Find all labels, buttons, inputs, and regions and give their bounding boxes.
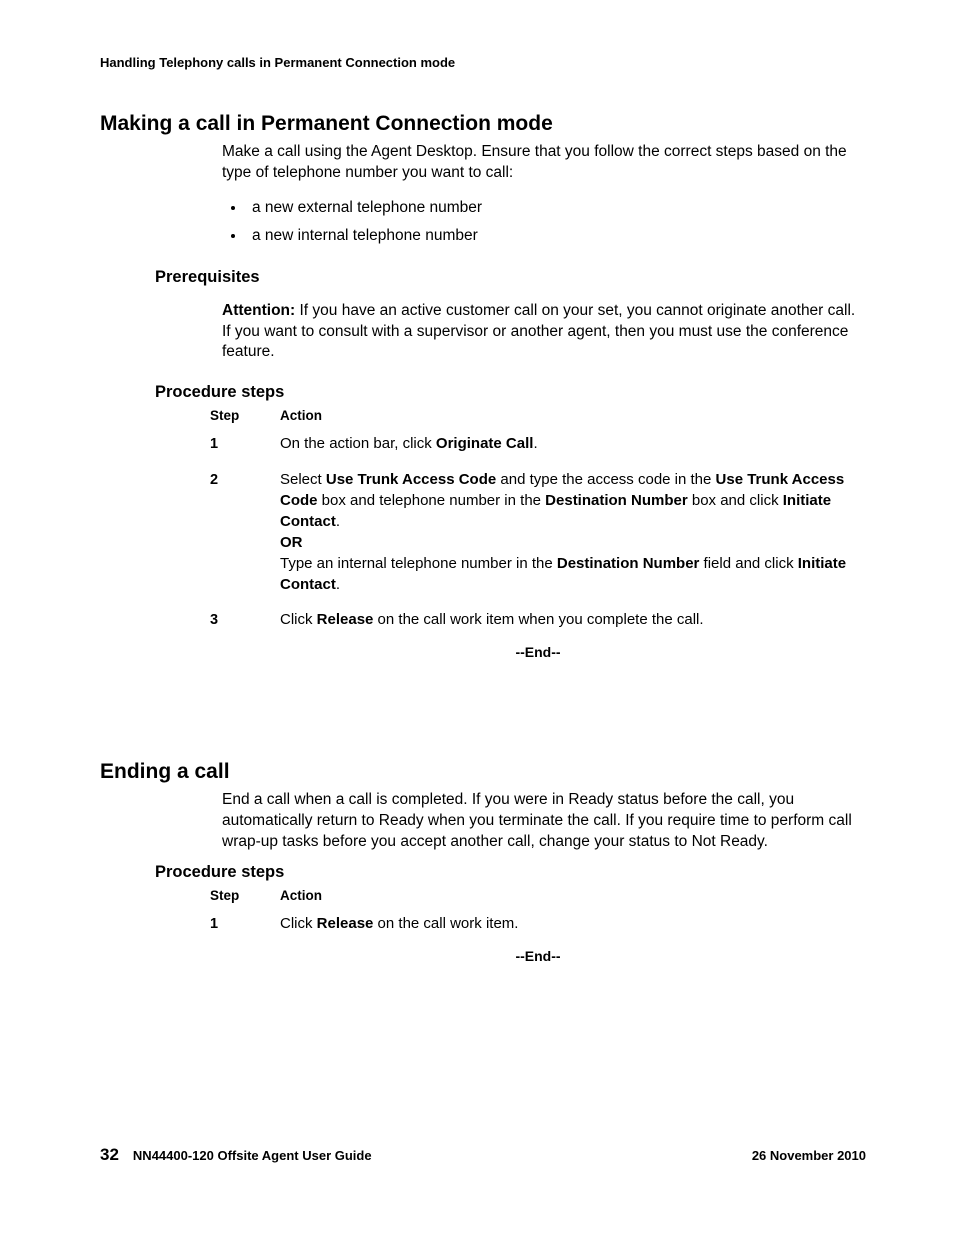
footer-date: 26 November 2010 <box>752 1148 866 1163</box>
steps-table-1: Step Action 1 On the action bar, click O… <box>210 408 866 660</box>
step-number: 1 <box>210 913 280 934</box>
steps-table-2: Step Action 1 Click Release on the call … <box>210 888 866 964</box>
table-row: 1 On the action bar, click Originate Cal… <box>210 433 866 454</box>
step-number: 1 <box>210 433 280 454</box>
table-row: 3 Click Release on the call work item wh… <box>210 609 866 630</box>
bullet-2: a new internal telephone number <box>246 222 866 250</box>
page-number: 32 <box>100 1145 119 1165</box>
table-row: 2 Select Use Trunk Access Code and type … <box>210 469 866 595</box>
table-row: 1 Click Release on the call work item. <box>210 913 866 934</box>
running-header: Handling Telephony calls in Permanent Co… <box>100 55 866 70</box>
section1-intro-block: Make a call using the Agent Desktop. Ens… <box>222 142 866 250</box>
steps-header-2: Step Action <box>210 888 866 903</box>
col-step: Step <box>210 888 280 903</box>
section1-bullets: a new external telephone number a new in… <box>222 194 866 250</box>
step-action: Click Release on the call work item when… <box>280 609 866 630</box>
col-step: Step <box>210 408 280 423</box>
section2-intro-block: End a call when a call is completed. If … <box>222 790 866 853</box>
step-number: 2 <box>210 469 280 490</box>
step-action: Click Release on the call work item. <box>280 913 866 934</box>
end-marker-1: --End-- <box>210 644 866 660</box>
attention-block: Attention: If you have an active custome… <box>222 301 866 364</box>
section2-title: Ending a call <box>100 760 866 784</box>
footer-doc-title: NN44400-120 Offsite Agent User Guide <box>133 1148 372 1163</box>
col-action: Action <box>280 408 322 423</box>
footer: 32 NN44400-120 Offsite Agent User Guide … <box>100 1145 866 1165</box>
bullet-1: a new external telephone number <box>246 194 866 222</box>
step-action: Select Use Trunk Access Code and type th… <box>280 469 866 595</box>
attention-label: Attention: <box>222 302 295 319</box>
section1-title: Making a call in Permanent Connection mo… <box>100 112 866 136</box>
section2-intro: End a call when a call is completed. If … <box>222 790 866 853</box>
col-action: Action <box>280 888 322 903</box>
step-number: 3 <box>210 609 280 630</box>
step-action: On the action bar, click Originate Call. <box>280 433 866 454</box>
procedure-steps-heading-1: Procedure steps <box>155 383 866 402</box>
attention-body: If you have an active customer call on y… <box>222 302 855 361</box>
attention-text: Attention: If you have an active custome… <box>222 301 866 364</box>
section1-intro: Make a call using the Agent Desktop. Ens… <box>222 142 866 184</box>
steps-header-1: Step Action <box>210 408 866 423</box>
prerequisites-heading: Prerequisites <box>155 268 866 287</box>
end-marker-2: --End-- <box>210 948 866 964</box>
procedure-steps-heading-2: Procedure steps <box>155 863 866 882</box>
page: Handling Telephony calls in Permanent Co… <box>0 0 954 1235</box>
